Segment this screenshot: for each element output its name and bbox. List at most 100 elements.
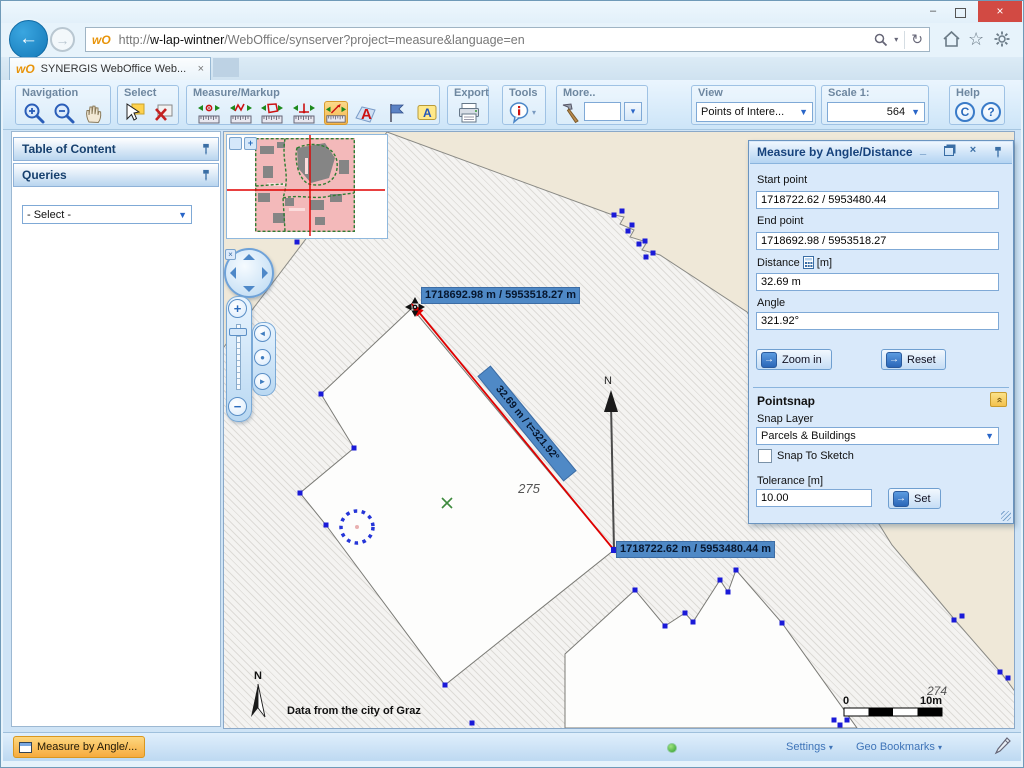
previous-extent-icon[interactable]: ◄ [254,325,271,342]
full-extent-icon[interactable]: ● [254,349,271,366]
overview-close-icon[interactable] [229,137,242,150]
window-bottom-edge [3,761,1021,767]
queries-header[interactable]: Queries [13,163,219,187]
zoom-in-button-label: Zoom in [782,354,822,366]
panel-close-icon[interactable]: × [965,144,981,156]
pan-down-icon[interactable] [243,286,255,292]
more-combobox[interactable] [584,102,621,121]
back-button[interactable]: ← [9,20,48,59]
hammer-tool-icon[interactable] [559,101,583,125]
reset-button[interactable]: → Reset [881,349,946,370]
settings-menu[interactable]: Settings ▾ [786,741,833,753]
print-icon[interactable] [457,101,481,125]
select-features-icon[interactable] [123,101,147,125]
start-point-input[interactable] [756,191,999,209]
distance-input[interactable] [756,273,999,291]
window-minimize-button[interactable]: – [922,5,944,20]
north-reference-arrowhead [604,390,618,412]
navigator-close-icon[interactable]: × [225,249,236,260]
panel-pin-icon[interactable] [993,146,1003,159]
overview-move-icon[interactable]: + [244,137,257,150]
group-title-export: Export [454,87,489,99]
task-item-measure[interactable]: Measure by Angle/... [13,736,145,758]
panel-minimize-icon[interactable]: _ [915,144,931,156]
zoom-out-icon[interactable] [52,101,76,125]
pin-icon[interactable] [201,169,211,182]
map-canvas[interactable]: 275 274 N [223,131,1015,729]
next-extent-icon[interactable]: ► [254,373,271,390]
toolbar-group-help: Help C ? [949,85,1005,125]
measure-polygon-icon[interactable] [260,101,284,125]
pan-up-icon[interactable] [243,254,255,260]
pin-icon[interactable] [201,143,211,156]
group-title-scale: Scale 1: [828,87,870,99]
address-bar[interactable]: wO http://w-lap-wintner/WebOffice/synser… [85,27,930,52]
reset-button-label: Reset [907,354,936,366]
query-select-value: - Select - [27,209,71,221]
tools-dropdown-icon[interactable]: ▾ [532,108,536,117]
toc-title: Table of Content [22,142,116,156]
measure-point-icon[interactable] [197,101,221,125]
maximize-icon [955,8,966,18]
markup-flag-icon[interactable] [385,101,409,125]
help-button[interactable]: ? [981,102,1001,122]
zoom-in-button[interactable]: → Zoom in [756,349,832,370]
pan-left-icon[interactable] [230,267,236,279]
window-task-icon [19,742,32,753]
scale-select[interactable]: 564 ▼ [827,102,925,122]
start-point-label: Start point [757,174,807,186]
measure-perpendicular-icon[interactable] [292,101,316,125]
pan-right-icon[interactable] [262,267,268,279]
set-button[interactable]: → Set [888,488,941,509]
zoom-in-icon[interactable] [22,101,46,125]
forward-button[interactable]: → [50,27,75,52]
new-tab-button[interactable] [213,58,239,77]
snap-layer-select[interactable]: Parcels & Buildings ▼ [756,427,999,445]
scale-dropdown-icon: ▼ [911,107,920,117]
end-point-input[interactable] [756,232,999,250]
toolbar-group-export: Export [447,85,489,125]
svg-text:A: A [423,106,432,120]
tolerance-input[interactable] [756,489,872,507]
measure-panel: Measure by Angle/Distance _ × Start poin… [748,140,1014,524]
geo-bookmarks-menu[interactable]: Geo Bookmarks ▾ [856,741,942,753]
favorites-star-icon[interactable]: ☆ [968,29,984,50]
angle-input[interactable] [756,312,999,330]
window-maximize-button[interactable] [949,5,971,20]
north-reference-line [611,404,614,550]
tab-close-icon[interactable]: × [198,63,204,75]
measure-panel-title: Measure by Angle/Distance [757,145,913,159]
tab-favicon: wO [16,62,35,76]
window-close-button[interactable]: × [978,1,1022,22]
measure-angle-distance-icon[interactable] [324,101,348,125]
refresh-icon[interactable]: ↻ [911,31,923,48]
more-dropdown-button[interactable]: ▾ [624,102,642,121]
panel-resize-grip[interactable] [1001,511,1011,521]
markup-text-icon[interactable]: A [354,101,378,125]
measure-line-icon[interactable] [229,101,253,125]
snap-to-sketch-checkbox[interactable] [758,449,772,463]
home-icon[interactable] [942,30,961,48]
overview-map[interactable]: + [226,134,388,239]
pointsnap-collapse-button[interactable]: « [990,392,1007,407]
zoom-slider-handle[interactable] [229,328,247,336]
toc-header[interactable]: Table of Content [13,137,219,161]
query-select[interactable]: - Select - ▼ [22,205,192,224]
clear-selection-icon[interactable] [152,101,176,125]
redline-pen-icon[interactable] [994,737,1011,755]
group-title-more: More.. [563,87,595,99]
calculator-icon[interactable] [803,256,814,269]
view-select[interactable]: Points of Intere... ▼ [696,102,813,122]
browser-tab-active[interactable]: wO SYNERGIS WebOffice Web... × [9,57,211,80]
markup-label-icon[interactable]: A [415,101,439,125]
panel-popout-icon[interactable] [941,146,957,159]
search-icon[interactable] [874,33,888,47]
zoom-in-button-map[interactable]: + [228,299,247,318]
url-text[interactable]: http://w-lap-wintner/WebOffice/synserver… [119,33,875,47]
settings-gear-icon[interactable] [993,30,1011,48]
info-tool-icon[interactable] [507,101,531,125]
pan-hand-icon[interactable] [82,101,106,125]
contact-button[interactable]: C [955,102,975,122]
zoom-out-button-map[interactable]: − [228,397,247,416]
search-dropdown-icon[interactable]: ▾ [894,35,898,44]
